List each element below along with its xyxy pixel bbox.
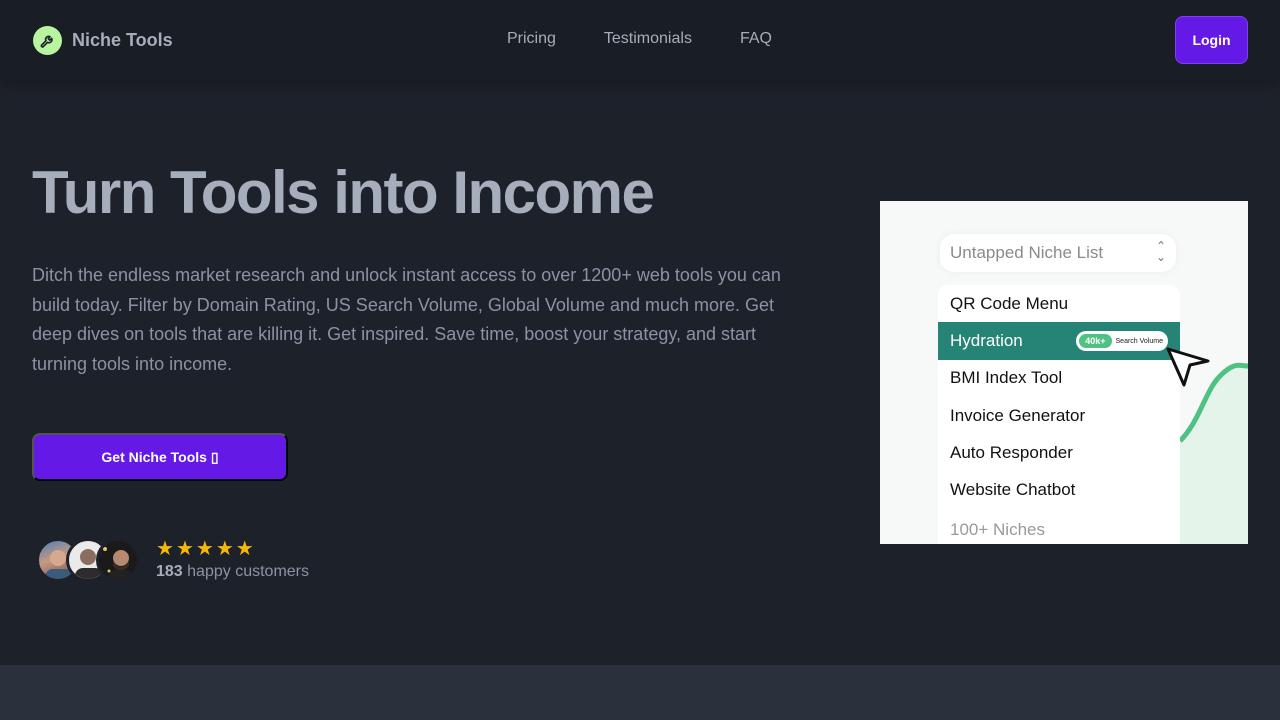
list-item-active[interactable]: Hydration 40k+ Search Volume <box>938 322 1180 360</box>
niche-list-select[interactable]: Untapped Niche List ⌃ ⌄ <box>940 234 1176 272</box>
list-item[interactable]: BMI Index Tool <box>938 359 1180 397</box>
star-icon: ★ <box>175 538 194 560</box>
list-item-label: Hydration <box>950 331 1023 350</box>
list-item[interactable]: Invoice Generator <box>938 397 1180 435</box>
customers-number: 183 <box>156 563 183 580</box>
site-header: Niche Tools Pricing Testimonials FAQ Log… <box>0 0 1280 80</box>
brand-link[interactable]: Niche Tools <box>33 26 173 55</box>
brand-name: Niche Tools <box>72 30 173 50</box>
badge-label: Search Volume <box>1115 337 1163 345</box>
star-icon: ★ <box>156 538 174 560</box>
niche-list: QR Code Menu Hydration 40k+ Search Volum… <box>938 285 1180 544</box>
hero-image-card: Untapped Niche List ⌃ ⌄ QR Code Menu Hydr… <box>880 201 1248 544</box>
nav-testimonials[interactable]: Testimonials <box>604 30 692 48</box>
customer-avatars <box>36 538 140 582</box>
list-item[interactable]: 100+ Niches <box>938 511 1180 544</box>
hero-description: Ditch the endless market research and un… <box>32 265 781 374</box>
nav-pricing[interactable]: Pricing <box>507 30 556 48</box>
list-item[interactable]: Website Chatbot <box>938 471 1180 509</box>
wrench-icon <box>33 26 62 55</box>
star-icon: ★ <box>215 538 234 560</box>
login-button[interactable]: Login <box>1175 16 1248 64</box>
nav-faq[interactable]: FAQ <box>740 30 772 48</box>
hero-title: Turn Tools into Income <box>32 159 655 226</box>
select-label: Untapped Niche List <box>950 243 1104 262</box>
star-rating: ★ ★ ★ ★ ★ <box>156 539 309 559</box>
next-section <box>0 665 1280 720</box>
rating-block: ★ ★ ★ ★ ★ 183 happy customers <box>156 539 309 581</box>
main-nav: Pricing Testimonials FAQ <box>507 30 772 48</box>
social-proof: ★ ★ ★ ★ ★ 183 happy customers <box>36 538 309 582</box>
cursor-icon <box>1166 347 1210 387</box>
star-icon: ★ <box>235 538 254 560</box>
avatar <box>96 538 140 582</box>
list-item[interactable]: QR Code Menu <box>938 285 1180 323</box>
search-volume-badge: 40k+ Search Volume <box>1076 331 1168 351</box>
chevron-updown-icon: ⌃ ⌄ <box>1155 239 1166 264</box>
badge-value: 40k+ <box>1079 334 1112 348</box>
customers-label: happy customers <box>187 563 309 580</box>
customers-count: 183 happy customers <box>156 563 309 581</box>
get-niche-tools-button[interactable]: Get Niche Tools ▯ <box>32 433 288 481</box>
list-item[interactable]: Auto Responder <box>938 434 1180 472</box>
star-icon: ★ <box>195 538 214 560</box>
